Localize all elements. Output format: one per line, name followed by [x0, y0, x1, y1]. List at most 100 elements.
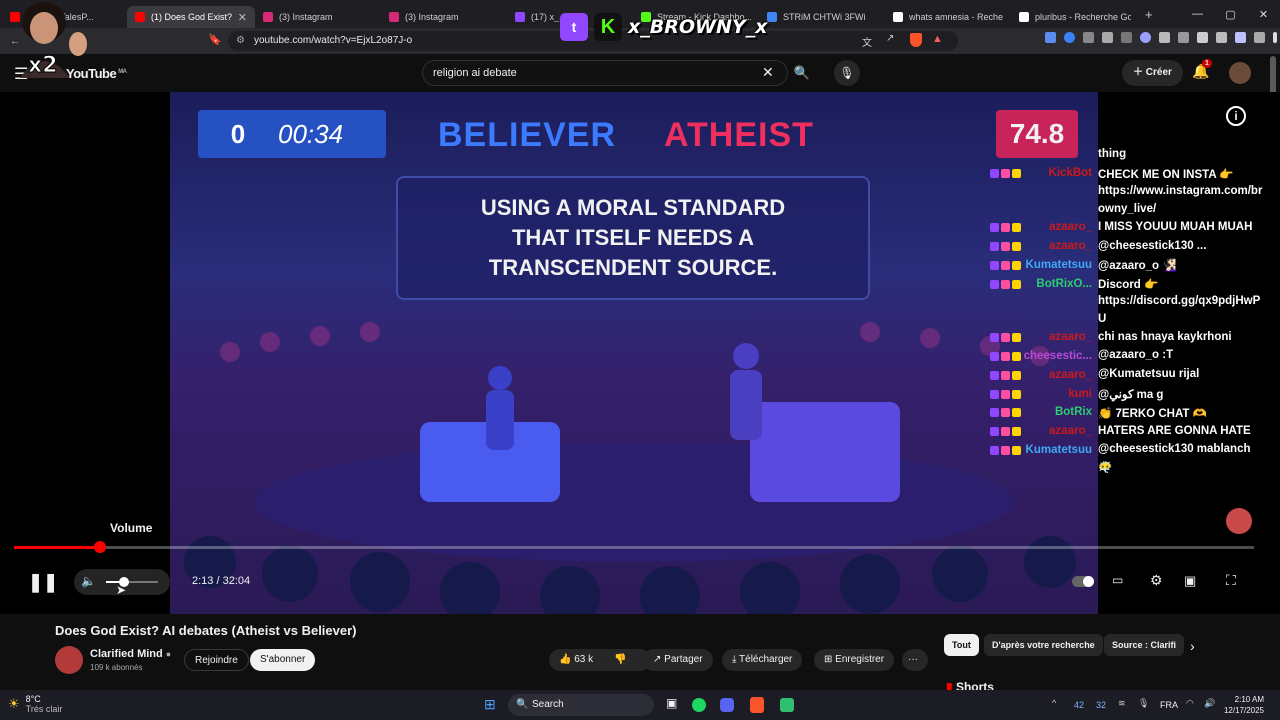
badge-icon: [1012, 280, 1021, 289]
pause-icon[interactable]: ❚❚: [28, 572, 58, 593]
brave-shield-icon[interactable]: [910, 33, 922, 47]
chat-message: Discord 👉: [1098, 279, 1159, 291]
chat-message: @azaaro_o :T: [1098, 349, 1174, 361]
browser-tab[interactable]: whats amnesia - Recherch: [885, 6, 1011, 28]
subtitles-icon[interactable]: ▭: [1112, 573, 1123, 587]
scrubber-knob[interactable]: [93, 541, 106, 553]
autoplay-toggle[interactable]: [1072, 576, 1094, 587]
spotify-icon[interactable]: [692, 698, 706, 712]
browser-tab[interactable]: (3) Instagram: [381, 6, 507, 28]
browser-tab[interactable]: STRiM CHTWi 3FWi: [759, 6, 885, 28]
task-view-icon[interactable]: ▣: [666, 696, 677, 710]
notification-badge: 1: [1202, 59, 1212, 68]
speaker-icon[interactable]: 🔊: [1204, 698, 1215, 709]
site-info-icon[interactable]: ⚙: [236, 31, 245, 51]
extension-icon[interactable]: [1121, 32, 1132, 43]
progress-bar[interactable]: [14, 546, 1254, 549]
mic-icon[interactable]: 🎙: [834, 60, 860, 86]
close-window-icon[interactable]: ✕: [1247, 8, 1280, 21]
extension-icon[interactable]: [1178, 32, 1189, 43]
believer-label: BELIEVER: [438, 116, 617, 154]
download-button[interactable]: ⤓ Télécharger: [722, 649, 803, 671]
extension-icon[interactable]: [1102, 32, 1113, 43]
bookmark-icon[interactable]: 🔖: [208, 33, 222, 46]
chip-search[interactable]: D'après votre recherche: [984, 634, 1103, 656]
info-icon[interactable]: i: [1226, 106, 1246, 126]
youtube-logo[interactable]: YouTube MA: [66, 66, 127, 81]
chip-all[interactable]: Tout: [944, 634, 979, 656]
badge-icon: [1001, 446, 1010, 455]
translate-icon[interactable]: 文: [862, 34, 872, 49]
vpn-icon[interactable]: [1254, 32, 1265, 43]
download-icon[interactable]: [1216, 32, 1227, 43]
subscriber-count: 109 k abonnés: [90, 663, 143, 672]
browser-tab[interactable]: (3) Instagram: [255, 6, 381, 28]
progress-played: [14, 546, 100, 549]
share-page-icon[interactable]: ↗: [886, 33, 894, 44]
chip-source[interactable]: Source : Clarifi: [1104, 634, 1184, 656]
menu-icon[interactable]: [1273, 32, 1277, 43]
app-icon[interactable]: [780, 698, 794, 712]
close-tab-icon[interactable]: ✕: [238, 11, 247, 24]
badge-icon: [1012, 242, 1021, 251]
extension-icon[interactable]: [1140, 32, 1151, 43]
chat-username: Kumatetsuu: [1025, 259, 1092, 271]
miniplayer-icon[interactable]: ▣: [1184, 573, 1196, 589]
clear-search-icon[interactable]: ✕: [762, 64, 774, 81]
network-icon[interactable]: ≋: [1118, 698, 1126, 709]
dislike-button[interactable]: 👎: [606, 649, 636, 671]
settings-icon[interactable]: ⚙: [1150, 572, 1163, 589]
share-button[interactable]: ↗ Partager: [643, 649, 713, 671]
mic-tray-icon[interactable]: 🎙: [1138, 698, 1149, 709]
brave-rewards-icon[interactable]: ▲: [932, 33, 943, 45]
sidebar-icon[interactable]: [1197, 32, 1208, 43]
music-icon[interactable]: [1159, 32, 1170, 43]
wifi-icon[interactable]: ◠: [1186, 698, 1194, 709]
believer-scoreboard: 0 00:34: [198, 110, 386, 158]
brave-icon[interactable]: [750, 697, 764, 713]
subscribe-button[interactable]: S'abonner: [250, 649, 316, 671]
clock[interactable]: 2:10 AM 12/17/2025: [1224, 694, 1264, 716]
save-button[interactable]: ⊞ Enregistrer: [814, 649, 895, 671]
keyboard-language[interactable]: FRA: [1160, 700, 1178, 710]
chat-message: HATERS ARE GONNA HATE: [1098, 425, 1251, 437]
tray-chevron-icon[interactable]: ^: [1052, 698, 1056, 708]
badge-icon: [1001, 390, 1010, 399]
window-controls: — ▢ ✕: [1181, 0, 1280, 28]
browser-tab[interactable]: (1) Does God Exist? ✕: [127, 6, 255, 28]
puzzle-icon[interactable]: [1083, 32, 1094, 43]
maximize-icon[interactable]: ▢: [1214, 8, 1247, 21]
extension-icon[interactable]: [1064, 32, 1075, 43]
chevron-right-icon[interactable]: ›: [1190, 638, 1195, 654]
channel-name[interactable]: Clarified Mind ●: [90, 648, 171, 660]
taskbar-search[interactable]: 🔍 Search: [508, 694, 654, 716]
chat-badges: [990, 223, 1021, 232]
search-icon[interactable]: 🔍: [788, 60, 816, 86]
video-player[interactable]: 0 00:34 BELIEVER ATHEIST 74.8 USING A MO…: [0, 92, 1098, 614]
notifications-icon[interactable]: 🔔 1: [1192, 59, 1212, 80]
leo-icon[interactable]: [1235, 32, 1246, 43]
taskbar-search-icon: 🔍: [516, 699, 529, 710]
join-button[interactable]: Rejoindre: [184, 649, 249, 671]
account-avatar[interactable]: [1229, 62, 1251, 84]
fullscreen-icon[interactable]: ⛶: [1226, 572, 1236, 589]
browser-tab[interactable]: pluribus - Recherche Goo...: [1011, 6, 1139, 28]
volume-icon[interactable]: 🔈: [81, 574, 96, 588]
search-input[interactable]: religion ai debate: [422, 60, 788, 86]
new-tab-button[interactable]: +: [1145, 7, 1153, 22]
discord-icon[interactable]: [720, 698, 734, 712]
badge-icon: [990, 169, 999, 178]
create-button[interactable]: ＋ Créer: [1122, 60, 1183, 86]
chat-username: kuni: [1068, 388, 1092, 400]
chat-username: cheesestic...: [1023, 350, 1092, 362]
extension-icon[interactable]: [1045, 32, 1056, 43]
tab-favicon: [1019, 12, 1029, 22]
more-actions-button[interactable]: ···: [902, 649, 928, 671]
minimize-icon[interactable]: —: [1181, 8, 1214, 20]
start-icon[interactable]: ⊞: [484, 696, 496, 713]
channel-avatar[interactable]: [55, 646, 83, 674]
badge-icon: [990, 352, 999, 361]
badge-icon: [1012, 427, 1021, 436]
download-arrow-icon: ⤓: [732, 654, 740, 665]
weather-widget[interactable]: ☀ 8°C Très clair: [8, 694, 62, 714]
